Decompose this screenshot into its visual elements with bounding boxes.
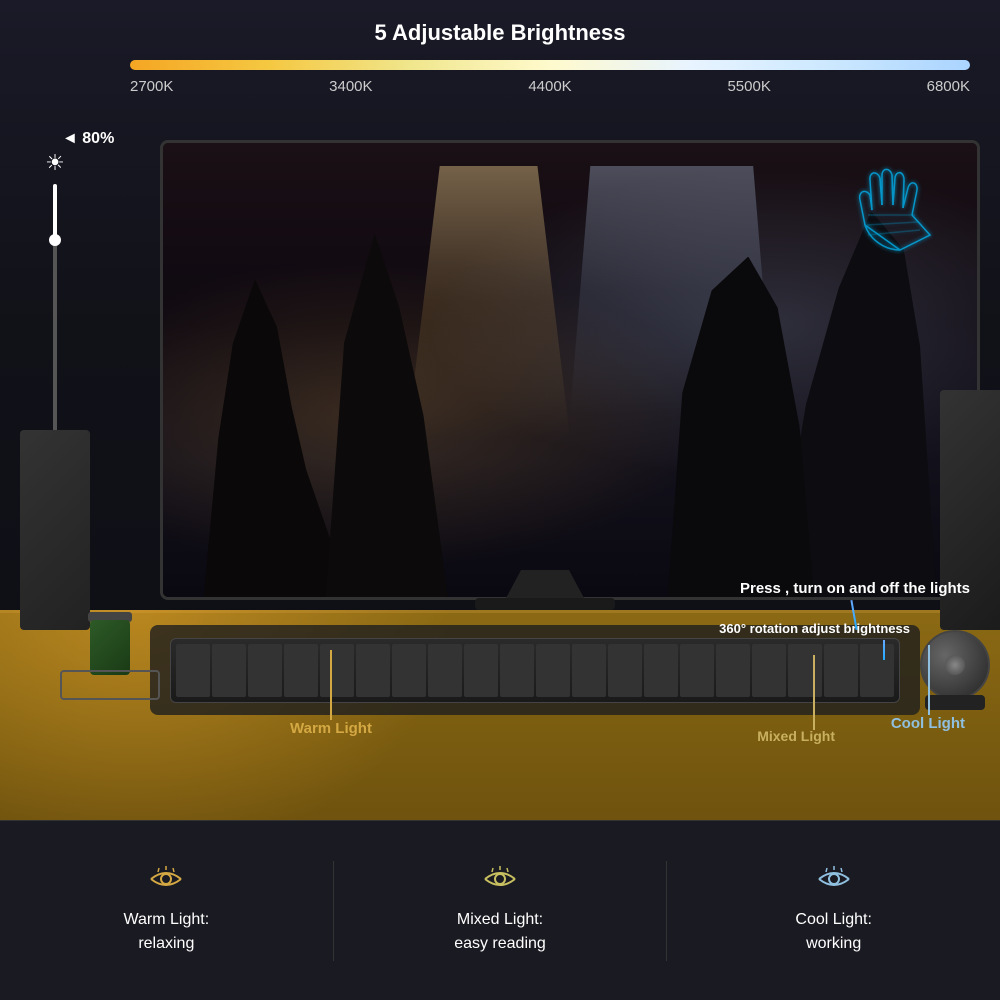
slider-track [53, 184, 57, 464]
key [572, 644, 606, 697]
temp-gradient-bar [130, 60, 970, 70]
rotation-text: 360° rotation adjust brightness [719, 621, 910, 636]
page-title: 5 Adjustable Brightness [374, 20, 625, 46]
cool-light-mode-label: Cool Light:working [795, 908, 872, 956]
key [608, 644, 642, 697]
key [536, 644, 570, 697]
temperature-bar [130, 60, 970, 70]
mixed-light-mode: Mixed Light:easy reading [334, 865, 667, 956]
sun-icon: ☀ [45, 150, 65, 176]
key [680, 644, 714, 697]
warm-light-mode: Warm Light:relaxing [0, 865, 333, 956]
warm-light-label: Warm Light [290, 720, 372, 737]
key [500, 644, 534, 697]
key [464, 644, 498, 697]
knob-inner [945, 655, 965, 675]
desk-scene: Press , turn on and off the lights 360° … [90, 110, 1000, 820]
top-section: 5 Adjustable Brightness 2700K 3400K 4400… [0, 0, 1000, 820]
temp-2700k: 2700K [130, 78, 173, 95]
rotation-arrow [883, 640, 885, 660]
key [212, 644, 246, 697]
key [320, 644, 354, 697]
keyboard-keys [176, 644, 894, 697]
press-label: Press , turn on and off the lights [740, 580, 970, 597]
mixed-light-label: Mixed Light [757, 728, 835, 744]
warm-light-mode-label: Warm Light:relaxing [124, 908, 210, 956]
glasses [60, 670, 160, 700]
slider-thumb [49, 234, 61, 246]
key [716, 644, 750, 697]
key [284, 644, 318, 697]
temp-3400k: 3400K [329, 78, 372, 95]
cool-light-label: Cool Light [891, 715, 965, 732]
control-knob[interactable] [920, 630, 990, 700]
mixed-eye-icon [480, 865, 520, 900]
press-text: Press , turn on and off the lights [740, 580, 970, 597]
key [392, 644, 426, 697]
cup-body [90, 620, 130, 675]
keyboard [170, 638, 900, 703]
monitor-base [475, 598, 615, 610]
warm-eye-icon [146, 865, 186, 900]
temp-5500k: 5500K [727, 78, 770, 95]
key [356, 644, 390, 697]
mixed-connector-line [813, 655, 815, 730]
cool-connector-line [928, 645, 930, 715]
key [428, 644, 462, 697]
glasses-frame [60, 670, 160, 700]
knob-base [925, 695, 985, 710]
temp-4400k: 4400K [528, 78, 571, 95]
speaker-left [20, 430, 90, 630]
key [788, 644, 822, 697]
key [824, 644, 858, 697]
cool-light-mode: Cool Light:working [667, 865, 1000, 956]
key [644, 644, 678, 697]
cool-eye-icon [814, 865, 854, 900]
warm-connector-line [330, 650, 332, 720]
rotation-label: 360° rotation adjust brightness [719, 620, 910, 638]
knob-outer [920, 630, 990, 700]
temp-6800k: 6800K [927, 78, 970, 95]
key [176, 644, 210, 697]
temperature-labels: 2700K 3400K 4400K 5500K 6800K [130, 78, 970, 95]
key [860, 644, 894, 697]
main-container: 5 Adjustable Brightness 2700K 3400K 4400… [0, 0, 1000, 1000]
blue-hand-illustration [800, 160, 1000, 290]
bottom-section: Warm Light:relaxing Mixed Light:easy rea… [0, 820, 1000, 1000]
mixed-light-mode-label: Mixed Light:easy reading [454, 908, 546, 956]
key [752, 644, 786, 697]
key [248, 644, 282, 697]
